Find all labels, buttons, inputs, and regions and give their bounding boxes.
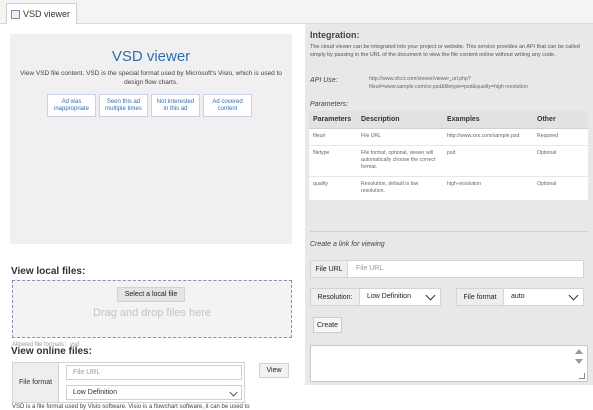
local-files-heading: View local files: bbox=[11, 266, 86, 277]
table-cell: File format, optional, viewer will autom… bbox=[357, 145, 443, 177]
ad-not-interested-button[interactable]: Not interested in this ad bbox=[151, 94, 200, 117]
link-file-format-label: File format bbox=[457, 289, 504, 305]
tab-vsd-viewer[interactable]: VSD viewer bbox=[6, 3, 78, 24]
drag-drop-text: Drag and drop files here bbox=[92, 307, 211, 319]
column-header: Examples bbox=[443, 111, 533, 129]
link-file-url-input[interactable]: File URL bbox=[356, 265, 383, 272]
api-use-label: API Use: bbox=[310, 77, 338, 84]
viewer-description: View VSD file content. VSD is the specia… bbox=[20, 70, 282, 86]
table-cell: quality bbox=[309, 176, 357, 201]
resolution-label: Resolution: bbox=[311, 289, 360, 305]
resize-grip-icon[interactable] bbox=[579, 373, 585, 379]
page-title: VSD viewer bbox=[111, 48, 191, 65]
tab-label: VSD viewer bbox=[23, 9, 71, 19]
file-format-row[interactable]: File format auto bbox=[456, 288, 584, 306]
table-cell: Optional bbox=[533, 176, 588, 201]
integration-panel: Integration: The cloud viewer can be int… bbox=[305, 24, 593, 385]
api-url: http://www.xfcct.com/viewer/viewer_url.p… bbox=[369, 76, 528, 90]
table-row: quality Resolution, default is low resol… bbox=[309, 176, 588, 201]
parameters-table: Parameters Description Examples Other fi… bbox=[309, 111, 588, 201]
definition-select[interactable]: Low Definition bbox=[66, 385, 242, 400]
ad-inappropriate-button[interactable]: Ad was inappropriate bbox=[47, 94, 96, 117]
chevron-down-icon bbox=[425, 290, 436, 301]
viewer-panel: VSD viewer View VSD file content. VSD is… bbox=[10, 34, 292, 244]
integration-description: The cloud viewer can be integrated into … bbox=[310, 44, 580, 58]
file-url-label: File URL bbox=[311, 261, 348, 277]
online-files-heading: View online files: bbox=[11, 346, 92, 357]
file-dropzone[interactable]: Select a local file Drag and drop files … bbox=[12, 280, 292, 338]
chevron-down-icon bbox=[568, 290, 579, 301]
section-divider bbox=[310, 231, 588, 232]
scroll-down-icon[interactable] bbox=[575, 359, 583, 364]
table-cell: psd bbox=[443, 145, 533, 177]
table-row: filetype File format, optional, viewer w… bbox=[309, 145, 588, 177]
column-header: Other bbox=[533, 111, 588, 129]
scroll-up-icon[interactable] bbox=[575, 349, 583, 354]
tab-bar: VSD viewer bbox=[0, 0, 593, 24]
table-cell: Required bbox=[533, 128, 588, 146]
select-local-file-button[interactable]: Select a local file bbox=[117, 287, 185, 302]
table-cell: File URL bbox=[357, 128, 443, 146]
file-format-select-value: auto bbox=[511, 293, 525, 300]
file-format-label: File format bbox=[13, 363, 59, 402]
table-row: fileurl File URL http://www.xxx.com/samp… bbox=[309, 128, 588, 146]
resolution-select-value: Low Definition bbox=[367, 293, 411, 300]
table-cell: filetype bbox=[309, 145, 357, 177]
create-button[interactable]: Create bbox=[313, 317, 342, 333]
ad-seen-multiple-button[interactable]: Seen this ad multiple times bbox=[99, 94, 148, 117]
resolution-row[interactable]: Resolution: Low Definition bbox=[310, 288, 441, 306]
parameters-label: Parameters: bbox=[310, 101, 349, 108]
table-header-row: Parameters Description Examples Other bbox=[309, 111, 588, 129]
left-column: VSD viewer View VSD file content. VSD is… bbox=[0, 24, 305, 410]
column-header: Description bbox=[357, 111, 443, 129]
link-output-textarea[interactable] bbox=[310, 345, 588, 382]
ad-covered-content-button[interactable]: Ad covered content bbox=[203, 94, 252, 117]
table-cell: http://www.xxx.com/sample.psd bbox=[443, 128, 533, 146]
create-link-label: Create a link for viewing bbox=[310, 241, 385, 248]
file-url-row: File URL File URL bbox=[310, 260, 584, 278]
definition-select-value: Low Definition bbox=[73, 389, 117, 396]
file-url-input[interactable]: File URL bbox=[66, 365, 242, 380]
online-file-form: File format File URL Low Definition bbox=[12, 362, 245, 403]
table-cell: high-resolution bbox=[443, 176, 533, 201]
integration-heading: Integration: bbox=[310, 30, 360, 40]
table-cell: Optional bbox=[533, 145, 588, 177]
table-cell: fileurl bbox=[309, 128, 357, 146]
column-header: Parameters bbox=[309, 111, 357, 129]
document-icon bbox=[11, 9, 20, 19]
ad-feedback-buttons: Ad was inappropriate Seen this ad multip… bbox=[47, 94, 252, 117]
view-button[interactable]: View bbox=[259, 363, 289, 378]
format-info-text: VSD is a file format used by Visio softw… bbox=[12, 404, 250, 410]
table-cell: Resolution, default is low resolution. bbox=[357, 176, 443, 201]
chevron-down-icon bbox=[229, 388, 238, 397]
